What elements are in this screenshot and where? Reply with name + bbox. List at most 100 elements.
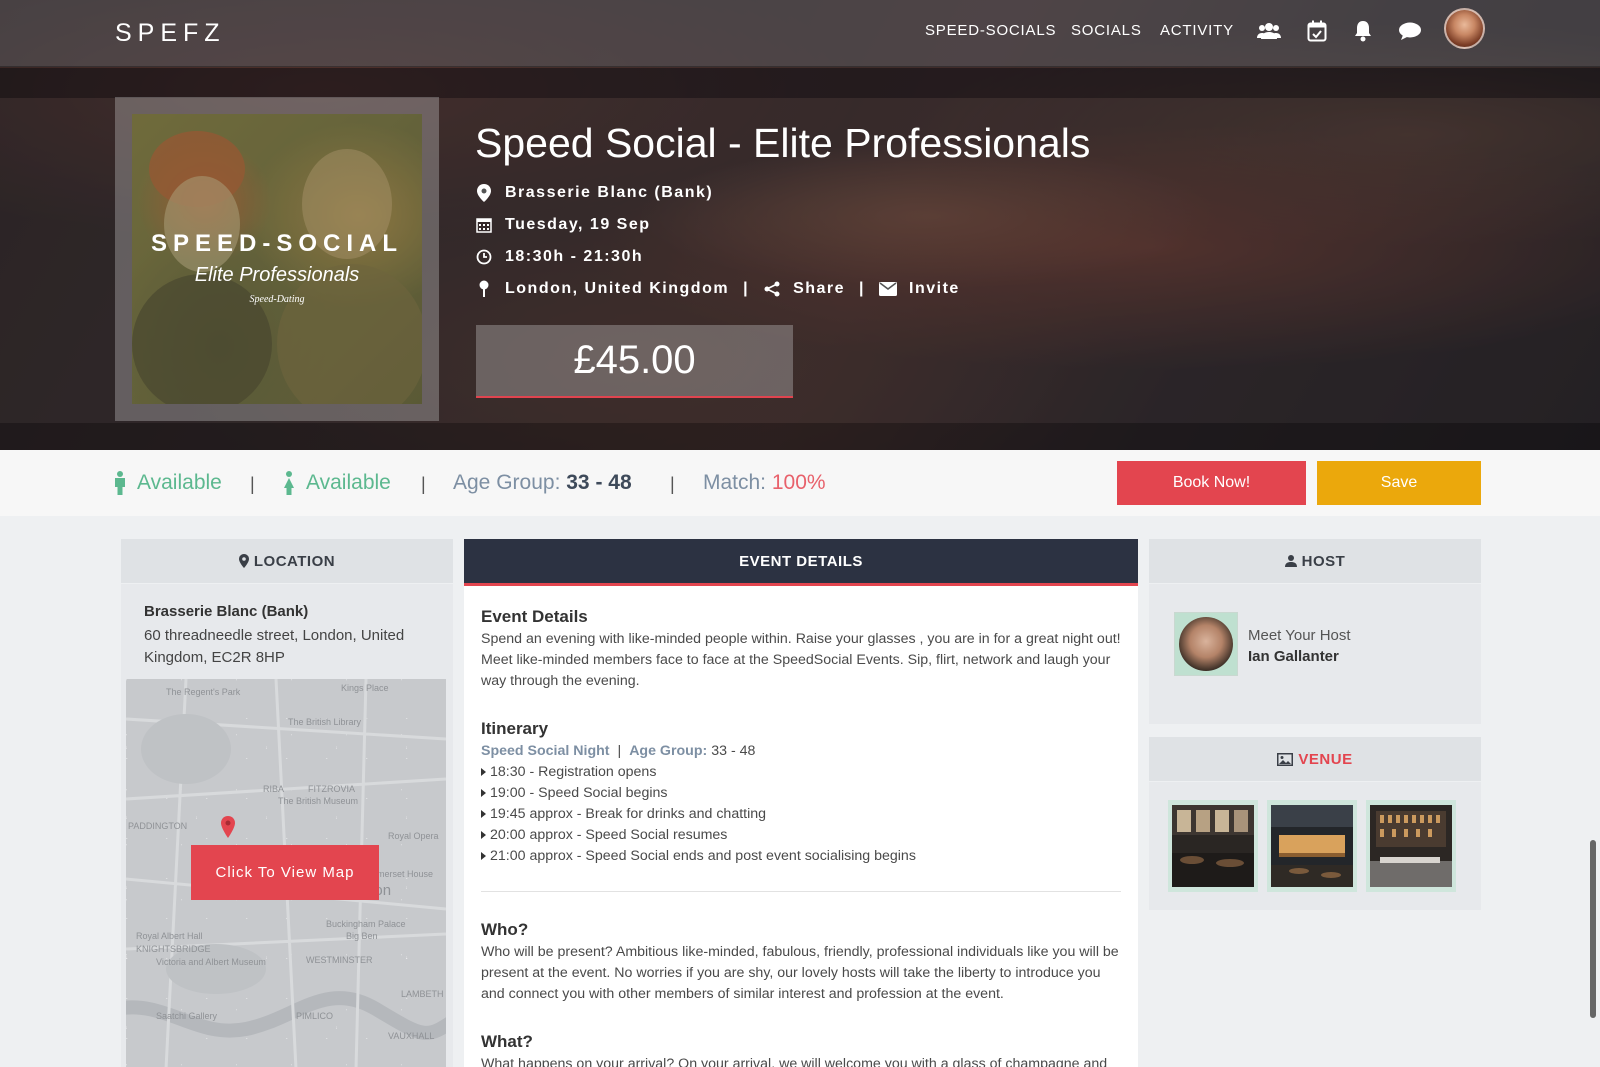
poster-title: SPEED-SOCIAL [150,230,404,257]
match-value: 100% [771,471,826,494]
event-date-row: Tuesday, 19 Sep [475,216,651,234]
who-text: Who will be present? Ambitious like-mind… [481,944,1119,1002]
host-panel-header: HOST [1149,539,1481,583]
venue-heading: VENUE [1298,750,1353,768]
page-scrollbar[interactable] [1590,840,1596,1018]
save-button[interactable]: Save [1317,461,1481,505]
itinerary-item: 19:45 approx - Break for drinks and chat… [481,806,766,822]
calendar-icon [475,216,493,234]
hero-band-bottom [0,423,1600,450]
separator: | [859,280,866,297]
separator: | [250,474,255,494]
view-map-button[interactable]: Click To View Map [191,845,379,900]
map-label: The British Museum [278,796,359,806]
age-group-label: Age Group: [453,471,561,494]
image-icon [1277,752,1294,766]
user-avatar[interactable] [1444,8,1485,49]
location-name: Brasserie Blanc (Bank) [144,603,309,620]
event-venue[interactable]: Brasserie Blanc (Bank) [505,184,713,202]
chat-bubble-icon[interactable] [1396,17,1424,45]
map-label: FITZROVIA [308,784,355,794]
envelope-icon[interactable] [879,280,898,298]
host-heading: HOST [1301,552,1346,570]
match-label: Match: [703,471,767,494]
share-icon[interactable] [763,280,781,298]
location-address: 60 threadneedle street, London, United K… [144,627,405,666]
poster-tagline: Speed-Dating [249,294,305,305]
venue-photo[interactable] [1168,800,1258,892]
event-city: London, United Kingdom [505,280,730,297]
event-date: Tuesday, 19 Sep [505,216,651,233]
separator: | [617,743,622,759]
event-details-header: EVENT DETAILS [464,539,1138,586]
what-title: What? [481,1032,533,1051]
nav-link-activity[interactable]: ACTIVITY [1160,22,1234,39]
clock-icon [475,248,493,266]
who-title: Who? [481,920,529,939]
event-title: Speed Social - Elite Professionals [475,120,1091,166]
share-link[interactable]: Share [793,280,845,298]
separator: | [743,280,750,297]
itinerary-title: Itinerary [481,719,549,738]
map-pin-icon [475,184,493,202]
map-label: WESTMINSTER [306,955,373,965]
user-icon [1284,555,1297,567]
host-name[interactable]: Ian Gallanter [1248,648,1339,665]
event-details-heading: EVENT DETAILS [739,552,863,570]
top-navbar: SPEFZ SPEED-SOCIALS SOCIALS ACTIVITY [0,0,1600,67]
match-stat: Match: 100% [703,471,826,495]
map-label: Saatchi Gallery [156,1011,218,1021]
host-avatar[interactable] [1174,612,1238,676]
map-label: Big Ben [346,931,378,941]
itinerary-item: 19:00 - Speed Social begins [481,785,667,801]
nav-link-socials[interactable]: SOCIALS [1071,22,1142,39]
logo[interactable]: SPEFZ [115,19,226,48]
map-label: The Regent's Park [166,687,241,697]
poster-subtitle: Elite Professionals [194,264,360,286]
map-pin-icon [238,554,249,568]
separator: | [421,474,426,494]
age-group-stat: Age Group: 33 - 48 [453,471,632,495]
host-meet-label: Meet Your Host [1248,627,1351,644]
section-text: Spend an evening with like-minded people… [481,631,1121,689]
calendar-check-icon[interactable] [1303,17,1331,45]
female-availability: Available [282,471,391,495]
location-heading: LOCATION [253,552,336,570]
map-pin-icon [221,816,235,838]
location-panel-header: LOCATION [121,539,453,583]
map-label: Royal Opera [388,831,439,841]
invite-link[interactable]: Invite [909,280,960,298]
event-poster: SPEED-SOCIAL Elite Professionals Speed-D… [132,114,422,404]
map-label: The British Library [288,717,362,727]
map-label: LAMBETH [401,989,444,999]
male-availability: Available [113,471,222,495]
map-label: RIBA [263,784,285,794]
book-now-button[interactable]: Book Now! [1117,461,1306,505]
section-title: Event Details [481,607,588,626]
venue-panel-header: VENUE [1149,737,1481,781]
users-icon[interactable] [1255,17,1283,45]
itinerary-age-label: Age Group: [629,743,708,759]
itinerary-item: 18:30 - Registration opens [481,764,656,780]
itinerary-meta: Speed Social Night | Age Group: 33 - 48 [481,743,755,759]
itinerary-age-value: 33 - 48 [711,743,756,759]
venue-photo[interactable] [1366,800,1456,892]
itinerary-item: 20:00 approx - Speed Social resumes [481,827,727,843]
map-label: KNIGHTSBRIDGE [136,944,211,954]
map-label: VAUXHALL [388,1031,435,1041]
event-time: 18:30h - 21:30h [505,248,644,265]
venue-photo[interactable] [1267,800,1357,892]
map-label: Buckingham Palace [326,919,406,929]
price-box: £45.00 [476,325,793,398]
itinerary-night-link[interactable]: Speed Social Night [481,743,610,759]
nav-link-speed-socials[interactable]: SPEED-SOCIALS [925,22,1056,39]
what-text: What happens on your arrival? On your ar… [481,1056,1108,1067]
male-availability-text: Available [137,471,222,494]
event-city-row: London, United Kingdom | Share | Invite [475,280,960,298]
map-label: PADDINGTON [128,821,188,831]
bell-icon[interactable] [1349,17,1377,45]
map-label: Royal Albert Hall [136,931,203,941]
event-time-row: 18:30h - 21:30h [475,248,643,266]
map-marker-icon [475,280,493,298]
itinerary-item: 21:00 approx - Speed Social ends and pos… [481,848,916,864]
